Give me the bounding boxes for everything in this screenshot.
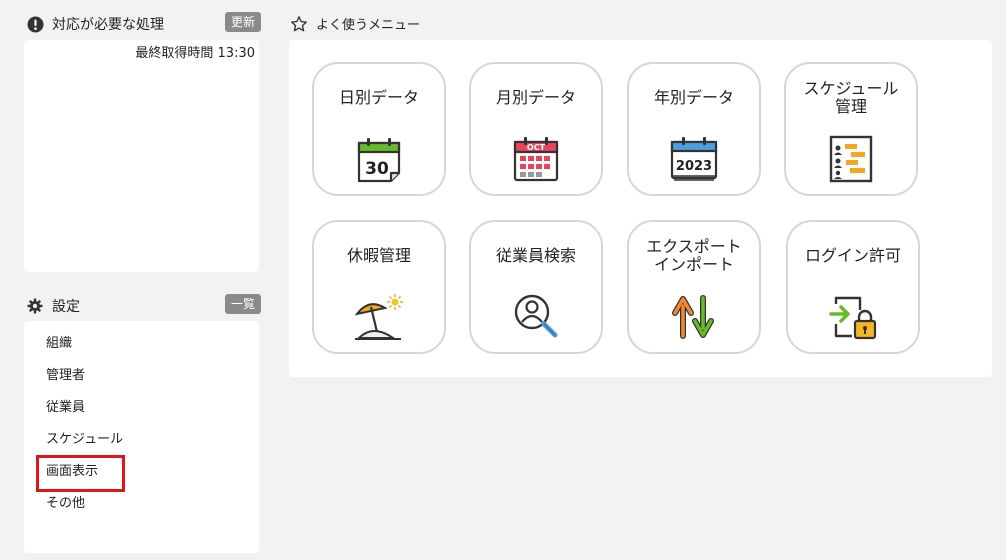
- favorites-header: よく使うメニュー: [290, 14, 420, 33]
- menu-card-monthly-data[interactable]: 月別データ OCT: [469, 62, 603, 196]
- alerts-header: 対応が必要な処理: [26, 14, 164, 34]
- refresh-button[interactable]: 更新: [225, 12, 262, 32]
- menu-card-label: 従業員検索: [495, 246, 576, 265]
- daily-calendar-icon: 30: [352, 132, 406, 186]
- menu-card-label: 月別データ: [495, 88, 576, 107]
- beach-umbrella-icon: [352, 290, 406, 344]
- settings-item-other[interactable]: その他: [24, 488, 259, 520]
- monthly-calendar-icon: OCT: [509, 132, 563, 186]
- menu-card-export-import[interactable]: エクスポート インポート: [627, 220, 761, 354]
- favorites-title: よく使うメニュー: [316, 18, 421, 33]
- settings-item-schedule[interactable]: スケジュール: [24, 424, 259, 456]
- menu-card-daily-data[interactable]: 日別データ 30: [312, 62, 446, 196]
- menu-card-leave-management[interactable]: 休暇管理: [312, 220, 446, 354]
- menu-card-label: ログイン許可: [804, 246, 901, 265]
- export-import-arrows-icon: [667, 290, 721, 344]
- menu-card-label: 日別データ: [338, 88, 419, 107]
- star-icon: [290, 15, 308, 33]
- settings-item-administrator[interactable]: 管理者: [24, 360, 259, 392]
- menu-card-label: エクスポート インポート: [646, 237, 742, 274]
- settings-item-organization[interactable]: 組織: [24, 328, 259, 360]
- schedule-chart-icon: [824, 132, 878, 186]
- highlight-box: [36, 455, 125, 492]
- login-lock-icon: [826, 290, 880, 344]
- menu-card-label: 年別データ: [653, 88, 734, 107]
- gear-icon: [26, 297, 44, 315]
- settings-panel: 組織 管理者 従業員 スケジュール 画面表示 その他: [24, 321, 259, 553]
- daily-calendar-day: 30: [365, 159, 389, 179]
- menu-card-yearly-data[interactable]: 年別データ 2023: [627, 62, 761, 196]
- list-view-button[interactable]: 一覧: [225, 294, 262, 314]
- alerts-panel: 最終取得時間 13:30: [24, 40, 259, 272]
- menu-card-login-permission[interactable]: ログイン許可: [786, 220, 920, 354]
- last-fetched-time: 最終取得時間 13:30: [135, 46, 255, 61]
- yearly-calendar-year: 2023: [676, 159, 712, 174]
- settings-item-employee[interactable]: 従業員: [24, 392, 259, 424]
- settings-header: 設定: [26, 296, 80, 316]
- menu-card-label: スケジュール 管理: [803, 79, 899, 116]
- monthly-calendar-month: OCT: [527, 143, 546, 152]
- alerts-title: 対応が必要な処理: [52, 17, 164, 33]
- menu-card-schedule-management[interactable]: スケジュール 管理: [784, 62, 918, 196]
- employee-search-icon: [509, 290, 563, 344]
- yearly-calendar-icon: 2023: [667, 132, 721, 186]
- settings-title: 設定: [52, 299, 80, 315]
- exclamation-icon: [26, 15, 44, 33]
- menu-card-label: 休暇管理: [346, 246, 411, 265]
- menu-card-employee-search[interactable]: 従業員検索: [469, 220, 603, 354]
